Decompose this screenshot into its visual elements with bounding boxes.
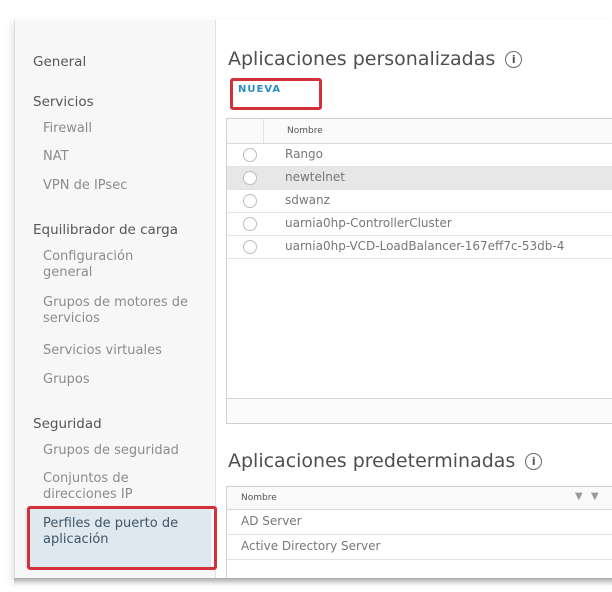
sidebar-item-nat[interactable]: NAT bbox=[43, 149, 69, 165]
info-icon[interactable]: i bbox=[525, 453, 543, 470]
table-row[interactable]: uarnia0hp-VCD-LoadBalancer-167eff7c-53db… bbox=[227, 236, 612, 259]
table-row[interactable]: sdwanz bbox=[227, 190, 612, 213]
row-radio[interactable] bbox=[243, 240, 257, 254]
sidebar-item-security-groups[interactable]: Grupos de seguridad bbox=[43, 443, 179, 459]
grid-footer bbox=[227, 398, 612, 423]
grid-header: Nombre ▼ ▼ bbox=[227, 487, 612, 510]
sidebar-item-general-config[interactable]: Configuración general bbox=[43, 249, 163, 281]
sidebar-item-vpn-ipsec[interactable]: VPN de IPsec bbox=[43, 178, 127, 194]
grid-header: Nombre bbox=[227, 119, 612, 144]
active-item-highlight bbox=[27, 506, 217, 570]
sidebar-nav: General Servicios Firewall NAT VPN de IP… bbox=[15, 20, 216, 580]
table-row[interactable]: AD Server bbox=[227, 510, 612, 535]
default-apps-grid: Nombre ▼ ▼ AD Server Active Directory Se… bbox=[226, 486, 612, 580]
row-radio[interactable] bbox=[243, 171, 257, 185]
row-radio[interactable] bbox=[243, 194, 257, 208]
row-name: Rango bbox=[285, 147, 323, 161]
custom-apps-title-text: Aplicaciones personalizadas bbox=[228, 48, 496, 70]
custom-apps-grid: Nombre Rango newtelnet sdwanz uarnia0hp-… bbox=[226, 118, 612, 424]
app-window: General Servicios Firewall NAT VPN de IP… bbox=[14, 20, 612, 580]
sidebar-section-security: Seguridad bbox=[33, 416, 102, 432]
row-name: AD Server bbox=[241, 514, 302, 528]
sidebar-item-firewall[interactable]: Firewall bbox=[43, 121, 92, 137]
row-name: Active Directory Server bbox=[241, 539, 381, 553]
sidebar-item-virtual-services[interactable]: Servicios virtuales bbox=[43, 343, 162, 359]
row-radio[interactable] bbox=[243, 148, 257, 162]
row-radio[interactable] bbox=[243, 217, 257, 231]
row-name: uarnia0hp-VCD-LoadBalancer-167eff7c-53db… bbox=[285, 239, 565, 253]
table-row[interactable]: newtelnet bbox=[227, 167, 612, 190]
row-name: sdwanz bbox=[285, 193, 330, 207]
window-shadow bbox=[14, 578, 612, 586]
sidebar-item-pools[interactable]: Grupos bbox=[43, 372, 90, 388]
sidebar-section-services: Servicios bbox=[33, 94, 94, 110]
column-header-name[interactable]: Nombre bbox=[241, 493, 277, 503]
row-name: newtelnet bbox=[285, 170, 345, 184]
row-name: uarnia0hp-ControllerCluster bbox=[285, 216, 452, 230]
default-apps-title: Aplicaciones predeterminadas i bbox=[228, 450, 543, 472]
table-row[interactable]: Active Directory Server bbox=[227, 535, 612, 560]
sidebar-item-general[interactable]: General bbox=[33, 54, 86, 70]
sidebar-item-service-engine-groups[interactable]: Grupos de motores de servicios bbox=[43, 295, 203, 327]
new-button-highlight bbox=[230, 78, 322, 110]
sidebar-section-load-balancer: Equilibrador de carga bbox=[33, 222, 178, 238]
info-icon[interactable]: i bbox=[505, 51, 523, 68]
column-header-name[interactable]: Nombre bbox=[287, 126, 323, 136]
custom-apps-title: Aplicaciones personalizadas i bbox=[228, 48, 523, 70]
select-column-divider bbox=[263, 119, 264, 143]
table-row[interactable]: uarnia0hp-ControllerCluster bbox=[227, 213, 612, 236]
default-apps-title-text: Aplicaciones predeterminadas bbox=[228, 450, 516, 472]
sidebar-item-ip-sets[interactable]: Conjuntos de direcciones IP bbox=[43, 471, 183, 503]
filter-icon[interactable]: ▼ bbox=[575, 491, 583, 502]
table-row[interactable]: Rango bbox=[227, 144, 612, 167]
filter-icon[interactable]: ▼ bbox=[591, 491, 599, 502]
